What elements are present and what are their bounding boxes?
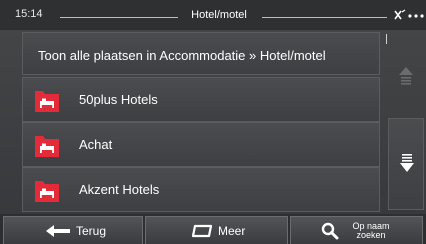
more-icon: [192, 224, 212, 238]
more-button[interactable]: Meer: [145, 216, 288, 244]
show-all-places-row[interactable]: Toon alle plaatsen in Accommodatie » Hot…: [22, 32, 380, 75]
scroll-down-icon: [400, 154, 414, 172]
arrow-left-icon: [46, 225, 70, 237]
search-by-name-button[interactable]: Op naam zoeken: [290, 216, 423, 244]
list-item[interactable]: Akzent Hotels: [22, 167, 380, 212]
hotel-bed-icon: [35, 91, 59, 112]
list-item[interactable]: Achat: [22, 122, 380, 167]
title-divider-left: [60, 17, 178, 18]
more-button-label: Meer: [218, 224, 246, 238]
back-button[interactable]: Terug: [3, 216, 143, 244]
search-by-name-label-line2: zoeken: [356, 230, 386, 240]
search-by-name-label: Op naam zoeken: [349, 222, 393, 240]
list-item-label: 50plus Hotels: [79, 92, 158, 107]
hotel-bed-icon: [35, 181, 59, 202]
clock: 15:14: [15, 8, 43, 20]
scroll-down-button[interactable]: [388, 118, 424, 210]
gps-status-icon[interactable]: [392, 8, 426, 22]
search-icon: [321, 222, 339, 240]
show-all-places-label: Toon alle plaatsen in Accommodatie » Hot…: [38, 48, 326, 63]
status-bar: 15:14 Hotel/motel: [0, 0, 426, 30]
scroll-up-button[interactable]: [388, 32, 424, 122]
list-item-label: Akzent Hotels: [79, 182, 160, 197]
page-title: Hotel/motel: [191, 9, 247, 21]
title-divider-right: [262, 17, 387, 18]
scroll-up-icon: [399, 67, 413, 85]
list-item-label: Achat: [79, 137, 113, 152]
list-item[interactable]: 50plus Hotels: [22, 77, 380, 122]
scroll-position-indicator: [386, 34, 387, 44]
screen: 15:14 Hotel/motel Toon alle plaatsen in …: [0, 0, 426, 244]
hotel-bed-icon: [35, 136, 59, 157]
back-button-label: Terug: [76, 224, 107, 238]
